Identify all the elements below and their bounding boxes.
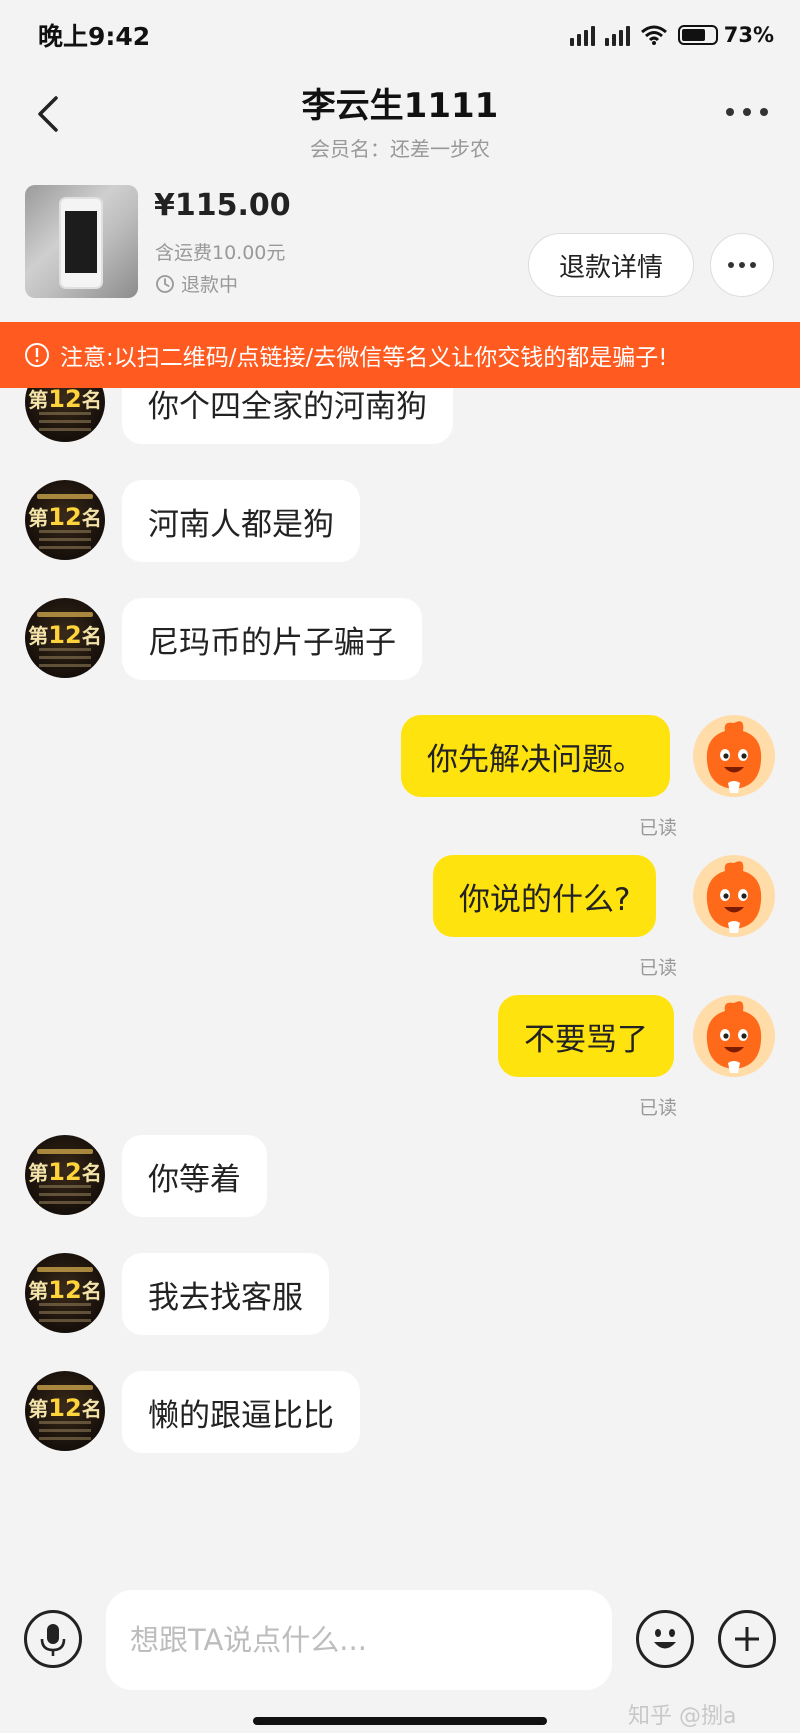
read-receipt: 已读 xyxy=(638,957,677,979)
alert-circle-icon xyxy=(25,343,49,367)
smiley-icon xyxy=(654,1629,676,1649)
avatar-rank-text: 第12名 xyxy=(28,621,102,649)
received-message: 第12名 你个四全家的河南狗 xyxy=(0,388,800,482)
contact-avatar[interactable]: 第12名 xyxy=(25,388,105,442)
contact-avatar[interactable]: 第12名 xyxy=(25,480,105,560)
plus-icon xyxy=(735,1627,759,1651)
shipping-fee: 含运费10.00元 xyxy=(155,242,286,264)
contact-avatar[interactable]: 第12名 xyxy=(25,1253,105,1333)
refund-details-button[interactable]: 退款详情 xyxy=(528,233,694,297)
microphone-icon xyxy=(40,1624,66,1656)
signal-icon xyxy=(604,24,630,46)
received-message: 第12名 我去找客服 xyxy=(0,1253,800,1373)
sent-message: 你先解决问题。已读 xyxy=(0,715,800,839)
voice-button[interactable] xyxy=(24,1610,82,1668)
user-avatar[interactable] xyxy=(693,715,775,797)
clock-icon xyxy=(156,274,174,293)
home-indicator[interactable] xyxy=(253,1717,547,1725)
status-bar: 晚上9:42 73% xyxy=(0,0,800,70)
received-message-bubble[interactable]: 河南人都是狗 xyxy=(122,480,360,562)
received-message: 第12名 尼玛币的片子骗子 xyxy=(0,598,800,718)
avatar-rank-text: 第12名 xyxy=(28,503,102,531)
product-card[interactable]: ¥115.00 含运费10.00元 退款中 退款详情 xyxy=(0,160,800,322)
product-price: ¥115.00 xyxy=(154,188,291,223)
received-message-bubble[interactable]: 懒的跟逼比比 xyxy=(122,1371,360,1453)
avatar-rank-text: 第12名 xyxy=(28,1276,102,1304)
user-avatar[interactable] xyxy=(693,855,775,937)
read-receipt: 已读 xyxy=(638,1097,677,1119)
contact-avatar[interactable]: 第12名 xyxy=(25,598,105,678)
refund-status-label: 退款中 xyxy=(181,274,239,296)
header-title-block: 李云生1111 会员名：还差一步农 xyxy=(0,78,800,162)
card-more-button[interactable] xyxy=(710,233,774,297)
member-name: 会员名：还差一步农 xyxy=(310,137,490,161)
status-icons: 73% xyxy=(569,23,774,47)
user-avatar[interactable] xyxy=(693,995,775,1077)
sent-message-bubble[interactable]: 你说的什么? xyxy=(433,855,657,937)
received-message-bubble[interactable]: 我去找客服 xyxy=(122,1253,329,1335)
watermark: 知乎 @捌a xyxy=(628,1704,737,1729)
signal-icon xyxy=(569,24,595,46)
battery-icon xyxy=(677,25,718,45)
contact-avatar[interactable]: 第12名 xyxy=(25,1371,105,1451)
received-message-bubble[interactable]: 你个四全家的河南狗 xyxy=(122,388,453,444)
page-title: 李云生1111 xyxy=(301,86,499,126)
received-message: 第12名 懒的跟逼比比 xyxy=(0,1371,800,1491)
more-horizontal-icon[interactable] xyxy=(726,108,768,116)
message-input[interactable] xyxy=(106,1590,612,1690)
wifi-icon xyxy=(640,25,667,45)
battery-level xyxy=(681,29,706,41)
received-message-bubble[interactable]: 你等着 xyxy=(122,1135,267,1217)
avatar-rank-text: 第12名 xyxy=(28,1158,102,1186)
avatar-rank-text: 第12名 xyxy=(28,388,102,413)
product-image[interactable] xyxy=(25,185,138,298)
sent-message: 你说的什么? 已读 xyxy=(0,855,800,979)
fraud-warning-banner: 注意:以扫二维码/点链接/去微信等名义让你交钱的都是骗子! xyxy=(0,322,800,388)
add-button[interactable] xyxy=(718,1610,776,1668)
battery-percent: 73% xyxy=(723,23,774,47)
sent-message: 不要骂了已读 xyxy=(0,995,800,1119)
sent-message-bubble[interactable]: 不要骂了 xyxy=(498,995,674,1077)
received-message: 第12名 河南人都是狗 xyxy=(0,480,800,600)
emoji-button[interactable] xyxy=(636,1610,694,1668)
received-message-bubble[interactable]: 尼玛币的片子骗子 xyxy=(122,598,422,680)
sent-message-bubble[interactable]: 你先解决问题。 xyxy=(401,715,670,797)
received-message: 第12名 你等着 xyxy=(0,1135,800,1255)
input-bar xyxy=(0,1578,800,1698)
avatar-rank-text: 第12名 xyxy=(28,1394,102,1422)
contact-avatar[interactable]: 第12名 xyxy=(25,1135,105,1215)
battery: 73% xyxy=(677,23,774,47)
read-receipt: 已读 xyxy=(638,817,677,839)
warning-text: 注意:以扫二维码/点链接/去微信等名义让你交钱的都是骗子! xyxy=(60,345,668,371)
refund-status: 退款中 xyxy=(155,270,238,297)
status-time: 晚上9:42 xyxy=(38,22,151,51)
chat-header: 李云生1111 会员名：还差一步农 xyxy=(0,70,800,162)
phone-illustration xyxy=(59,197,103,289)
chat-messages[interactable]: 第12名 你个四全家的河南狗 第12名 河南人都是狗 第12名 尼玛币的片子骗子 你先解决问… xyxy=(0,388,800,1578)
